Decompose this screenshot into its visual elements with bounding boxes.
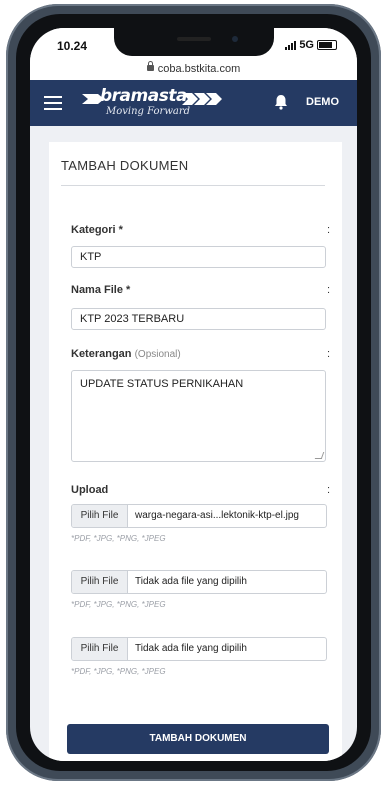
- nama-file-field[interactable]: KTP 2023 TERBARU: [71, 308, 326, 330]
- nama-file-label: Nama File *: [71, 284, 131, 296]
- keterangan-value: UPDATE STATUS PERNIKAHAN: [80, 378, 244, 390]
- lock-icon: [146, 61, 154, 71]
- file-input-1[interactable]: Pilih File warga-negara-asi...lektonik-k…: [71, 504, 327, 528]
- kategori-field[interactable]: KTP: [71, 246, 326, 268]
- url-text: coba.bstkita.com: [157, 63, 241, 75]
- signal-icon: [285, 40, 297, 50]
- resize-grip-icon[interactable]: [314, 452, 325, 459]
- status-indicators: 5G: [285, 39, 337, 51]
- bell-icon[interactable]: [274, 94, 288, 110]
- logo-tagline: Moving Forward: [106, 106, 191, 117]
- logo-text: bramasta: [100, 86, 187, 106]
- submit-button[interactable]: TAMBAH DOKUMEN: [67, 724, 329, 754]
- logo[interactable]: bramasta Moving Forward: [82, 86, 222, 120]
- status-time: 10.24: [57, 39, 88, 53]
- network-label: 5G: [299, 39, 314, 51]
- upload-label: Upload: [71, 484, 109, 496]
- file-types-hint: *PDF, *JPG, *PNG, *JPEG: [71, 667, 166, 676]
- keterangan-label-text: Keterangan: [71, 348, 132, 360]
- optional-note: (Opsional): [134, 349, 181, 360]
- file-types-hint: *PDF, *JPG, *PNG, *JPEG: [71, 600, 166, 609]
- menu-icon[interactable]: [44, 96, 62, 110]
- app-navbar: bramasta Moving Forward DEMO: [30, 80, 357, 126]
- camera: [232, 36, 238, 42]
- kategori-label: Kategori *: [71, 224, 123, 236]
- choose-file-button[interactable]: Pilih File: [72, 505, 128, 527]
- upload-colon: :: [326, 484, 330, 496]
- kategori-colon: :: [326, 224, 330, 236]
- page-title: TAMBAH DOKUMEN: [61, 158, 189, 173]
- file-name: Tidak ada file yang dipilih: [135, 643, 247, 654]
- file-name: Tidak ada file yang dipilih: [135, 576, 247, 587]
- phone-screen: 10.24 5G coba.bstkita.com bramasta Movin…: [30, 28, 357, 761]
- file-name: warga-negara-asi...lektonik-ktp-el.jpg: [135, 510, 299, 521]
- keterangan-label: Keterangan (Opsional): [71, 348, 181, 360]
- choose-file-button[interactable]: Pilih File: [72, 571, 128, 593]
- file-input-3[interactable]: Pilih File Tidak ada file yang dipilih: [71, 637, 327, 661]
- file-types-hint: *PDF, *JPG, *PNG, *JPEG: [71, 534, 166, 543]
- notch: [114, 28, 274, 56]
- user-menu[interactable]: DEMO: [306, 96, 339, 108]
- keterangan-colon: :: [326, 348, 330, 360]
- title-divider: [61, 185, 325, 186]
- battery-icon: [317, 40, 337, 50]
- speaker: [177, 37, 211, 41]
- url-bar[interactable]: coba.bstkita.com: [30, 58, 357, 80]
- nama-file-colon: :: [326, 284, 330, 296]
- status-bar: 10.24 5G: [30, 28, 357, 58]
- choose-file-button[interactable]: Pilih File: [72, 638, 128, 660]
- file-input-2[interactable]: Pilih File Tidak ada file yang dipilih: [71, 570, 327, 594]
- keterangan-textarea[interactable]: UPDATE STATUS PERNIKAHAN: [71, 370, 326, 462]
- form-card: TAMBAH DOKUMEN Kategori * : KTP Nama Fil…: [49, 142, 342, 761]
